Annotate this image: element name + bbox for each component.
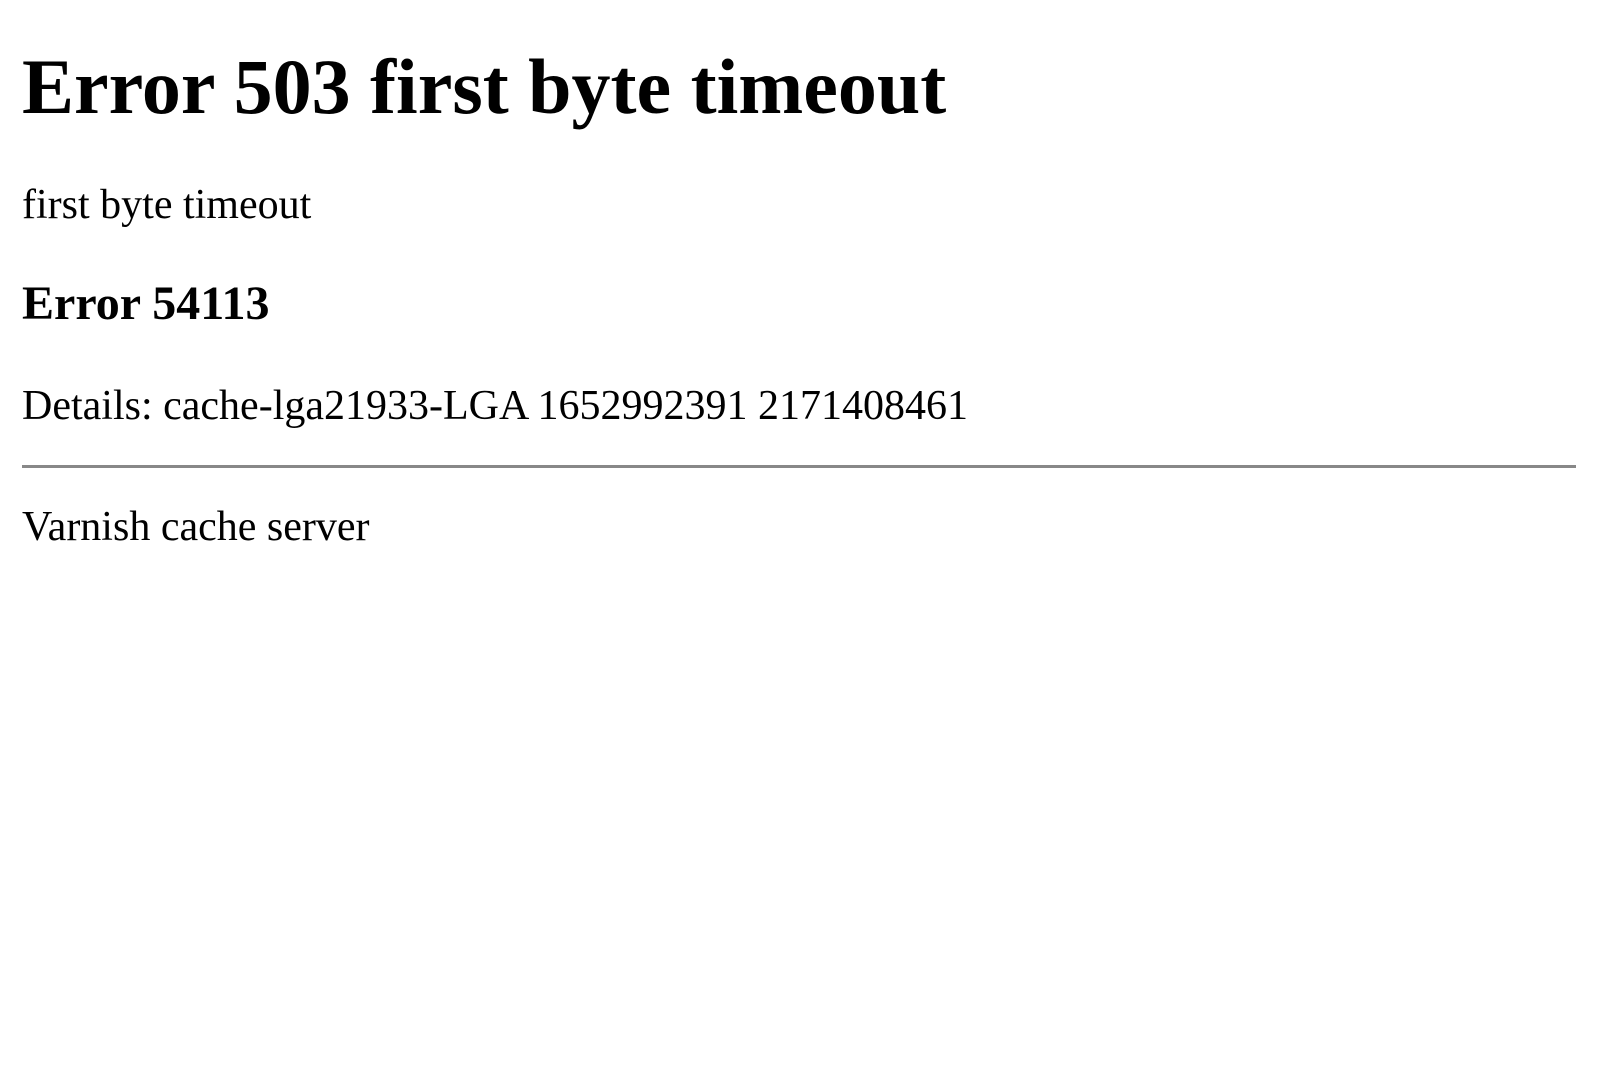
error-heading: Error 503 first byte timeout — [22, 44, 1576, 130]
divider — [22, 465, 1576, 468]
server-info: Varnish cache server — [22, 502, 1576, 552]
error-code: Error 54113 — [22, 278, 1576, 331]
error-page: Error 503 first byte timeout first byte … — [0, 0, 1598, 553]
error-details: Details: cache-lga21933-LGA 1652992391 2… — [22, 381, 1576, 431]
error-message: first byte timeout — [22, 180, 1576, 230]
